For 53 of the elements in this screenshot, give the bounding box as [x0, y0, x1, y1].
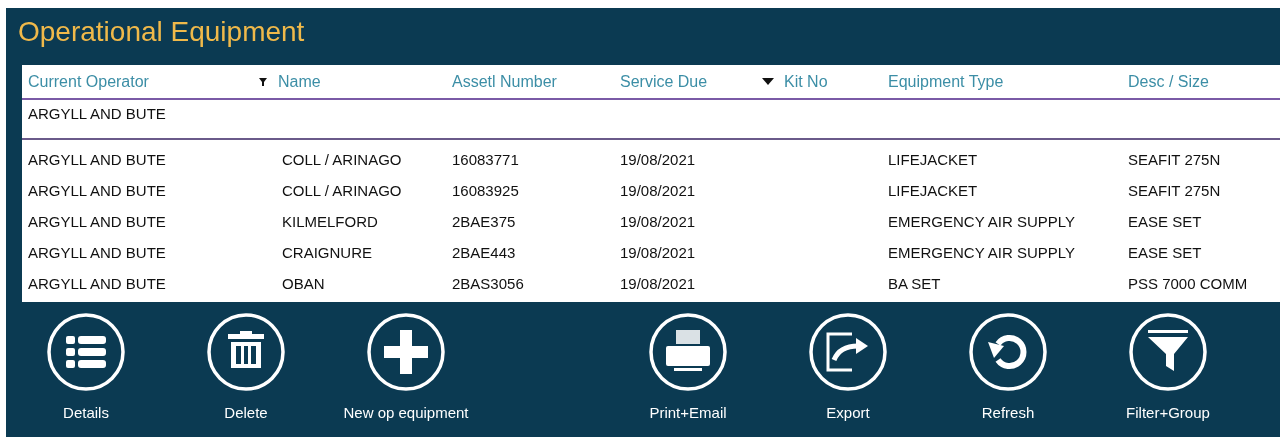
toolbar-button[interactable]: Print+Email	[608, 312, 768, 421]
printer-icon	[648, 312, 728, 392]
table-cell: OBAN	[282, 275, 325, 292]
toolbar-button[interactable]: Export	[768, 312, 928, 421]
table-cell: 19/08/2021	[620, 213, 696, 230]
table-cell: 2BAE375	[452, 213, 516, 230]
table-cell: ARGYLL AND BUTE	[28, 182, 166, 199]
column-header[interactable]: Assetl Number	[452, 72, 620, 91]
table-cell: COLL / ARINAGO	[282, 151, 402, 168]
toolbar-button[interactable]: Details	[6, 312, 166, 421]
table-cell: ARGYLL AND BUTE	[28, 213, 166, 230]
list-icon	[46, 312, 126, 392]
table-cell: SEAFIT 275N	[1128, 182, 1221, 199]
table-cell: EASE SET	[1128, 213, 1202, 230]
table-cell: KILMELFORD	[282, 213, 378, 230]
column-header[interactable]: Name	[258, 72, 452, 91]
column-header[interactable]: Service Due	[620, 72, 762, 91]
table-cell: 19/08/2021	[620, 151, 696, 168]
table-cell: EMERGENCY AIR SUPPLY	[888, 213, 1075, 230]
toolbar-button[interactable]: Filter+Group	[1088, 312, 1248, 421]
table-cell: ARGYLL AND BUTE	[28, 151, 166, 168]
table-cell: LIFEJACKET	[888, 151, 978, 168]
group-header[interactable]: ARGYLL AND BUTE	[28, 105, 166, 122]
toolbar-button[interactable]: Refresh	[928, 312, 1088, 421]
column-header[interactable]: Equipment Type	[888, 72, 1128, 91]
table-cell: CRAIGNURE	[282, 244, 372, 261]
table-cell: 19/08/2021	[620, 182, 696, 199]
toolbar-button[interactable]: New op equipment	[326, 312, 486, 421]
trash-icon	[206, 312, 286, 392]
table-cell: 19/08/2021	[620, 244, 696, 261]
toolbar-button[interactable]: Delete	[166, 312, 326, 421]
table-cell: COLL / ARINAGO	[282, 182, 402, 199]
table-cell: ARGYLL AND BUTE	[28, 275, 166, 292]
window-title: Operational Equipment	[17, 15, 306, 49]
table-cell: BA SET	[888, 275, 941, 292]
column-header[interactable]: Current Operator	[28, 72, 258, 91]
table-cell: ARGYLL AND BUTE	[28, 244, 166, 261]
table-cell: 2BAS3056	[452, 275, 524, 292]
table-cell: 2BAE443	[452, 244, 516, 261]
table-cell: PSS 7000 COMM	[1128, 275, 1248, 292]
table-cell: 16083925	[452, 182, 519, 199]
table-cell: EASE SET	[1128, 244, 1202, 261]
table-cell: 16083771	[452, 151, 519, 168]
refresh-icon	[968, 312, 1048, 392]
export-icon	[808, 312, 888, 392]
plus-icon	[366, 312, 446, 392]
table-cell: EMERGENCY AIR SUPPLY	[888, 244, 1075, 261]
column-header[interactable]: Desc / Size	[1128, 72, 1280, 91]
column-header[interactable]: Kit No	[762, 72, 888, 91]
table-cell: SEAFIT 275N	[1128, 151, 1221, 168]
filter-icon	[1128, 312, 1208, 392]
table-cell: 19/08/2021	[620, 275, 696, 292]
table-cell: LIFEJACKET	[888, 182, 978, 199]
